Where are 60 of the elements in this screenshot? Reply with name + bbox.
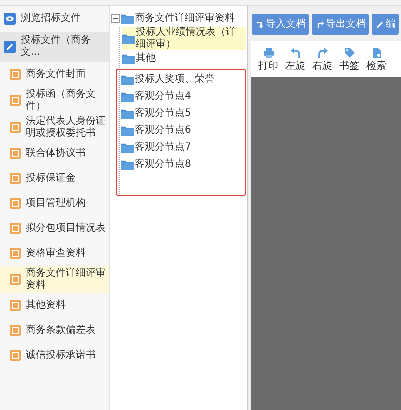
- folder-icon: [122, 34, 135, 44]
- document-icon: [10, 300, 21, 311]
- folder-icon: [121, 142, 134, 152]
- pencil-icon: [4, 41, 16, 53]
- document-icon: [10, 173, 21, 184]
- tree-node[interactable]: 客观分节点8: [121, 156, 245, 173]
- folder-icon: [121, 126, 134, 136]
- collapse-icon[interactable]: [111, 14, 120, 23]
- arrow-icon: [315, 20, 325, 30]
- folder-icon: [121, 108, 134, 118]
- document-icon: [10, 248, 21, 259]
- tree-node[interactable]: 投标人奖项、荣誉: [121, 71, 245, 88]
- sidebar-item[interactable]: 资格审查资料: [0, 241, 109, 266]
- pencil-icon: [375, 20, 385, 30]
- tree-node[interactable]: 客观分节点6: [121, 122, 245, 139]
- sidebar-item[interactable]: 商务文件详细评审资料: [0, 266, 109, 293]
- folder-icon: [121, 14, 134, 24]
- tree-node[interactable]: 客观分节点7: [121, 139, 245, 156]
- document-icon: [10, 325, 21, 336]
- viewer-tool-button[interactable]: 检索: [363, 47, 390, 74]
- tree-node[interactable]: 客观分节点5: [121, 105, 245, 122]
- sidebar-item[interactable]: 项目管理机构: [0, 191, 109, 216]
- eye-icon: [4, 13, 16, 25]
- sidebar-item[interactable]: 拟分包项目情况表: [0, 216, 109, 241]
- tree-node[interactable]: 投标人业绩情况表（详细评审）: [122, 27, 246, 50]
- arrow-icon: [255, 20, 265, 30]
- sidebar-item[interactable]: 法定代表人身份证明或授权委托书: [0, 114, 109, 141]
- tag-icon: [344, 47, 356, 59]
- viewer-tool-button[interactable]: 右旋: [309, 47, 336, 74]
- folder-icon: [122, 54, 135, 64]
- sidebar-item[interactable]: 商务文件封面: [0, 62, 109, 87]
- document-search-icon: [370, 47, 382, 59]
- document-icon: [10, 69, 21, 80]
- sidebar-item[interactable]: 商务条款偏差表: [0, 318, 109, 343]
- sidebar-item[interactable]: 诚信投标承诺书: [0, 343, 109, 368]
- tree-node[interactable]: 商务文件详细评审资料: [111, 10, 246, 27]
- sidebar-item[interactable]: 联合体协议书: [0, 141, 109, 166]
- document-icon: [10, 274, 21, 285]
- sidebar-section[interactable]: 浏览招标文件: [0, 6, 109, 32]
- viewer-tool-button[interactable]: 左旋: [282, 47, 309, 74]
- sidebar-item[interactable]: 投标保证金: [0, 166, 109, 191]
- sidebar-item[interactable]: 其他资料: [0, 293, 109, 318]
- print-icon: [262, 47, 274, 59]
- rotate-left-icon: [290, 47, 302, 59]
- viewer-tool-button[interactable]: 打印: [255, 47, 282, 74]
- sidebar-section[interactable]: 投标文件（商务文...: [0, 32, 109, 62]
- document-icon: [10, 122, 21, 133]
- document-icon: [10, 223, 21, 234]
- tree-node[interactable]: 其他: [122, 50, 246, 67]
- folder-icon: [121, 92, 134, 102]
- document-icon: [10, 350, 21, 361]
- document-icon: [10, 95, 21, 106]
- rotate-right-icon: [316, 47, 328, 59]
- document-icon: [10, 148, 21, 159]
- folder-icon: [121, 160, 134, 170]
- sidebar-item[interactable]: 投标函（商务文件）: [0, 87, 109, 114]
- document-icon: [10, 198, 21, 209]
- tree-node[interactable]: 客观分节点4: [121, 88, 245, 105]
- viewer-tool-button[interactable]: 书签: [336, 47, 363, 74]
- folder-icon: [121, 74, 134, 84]
